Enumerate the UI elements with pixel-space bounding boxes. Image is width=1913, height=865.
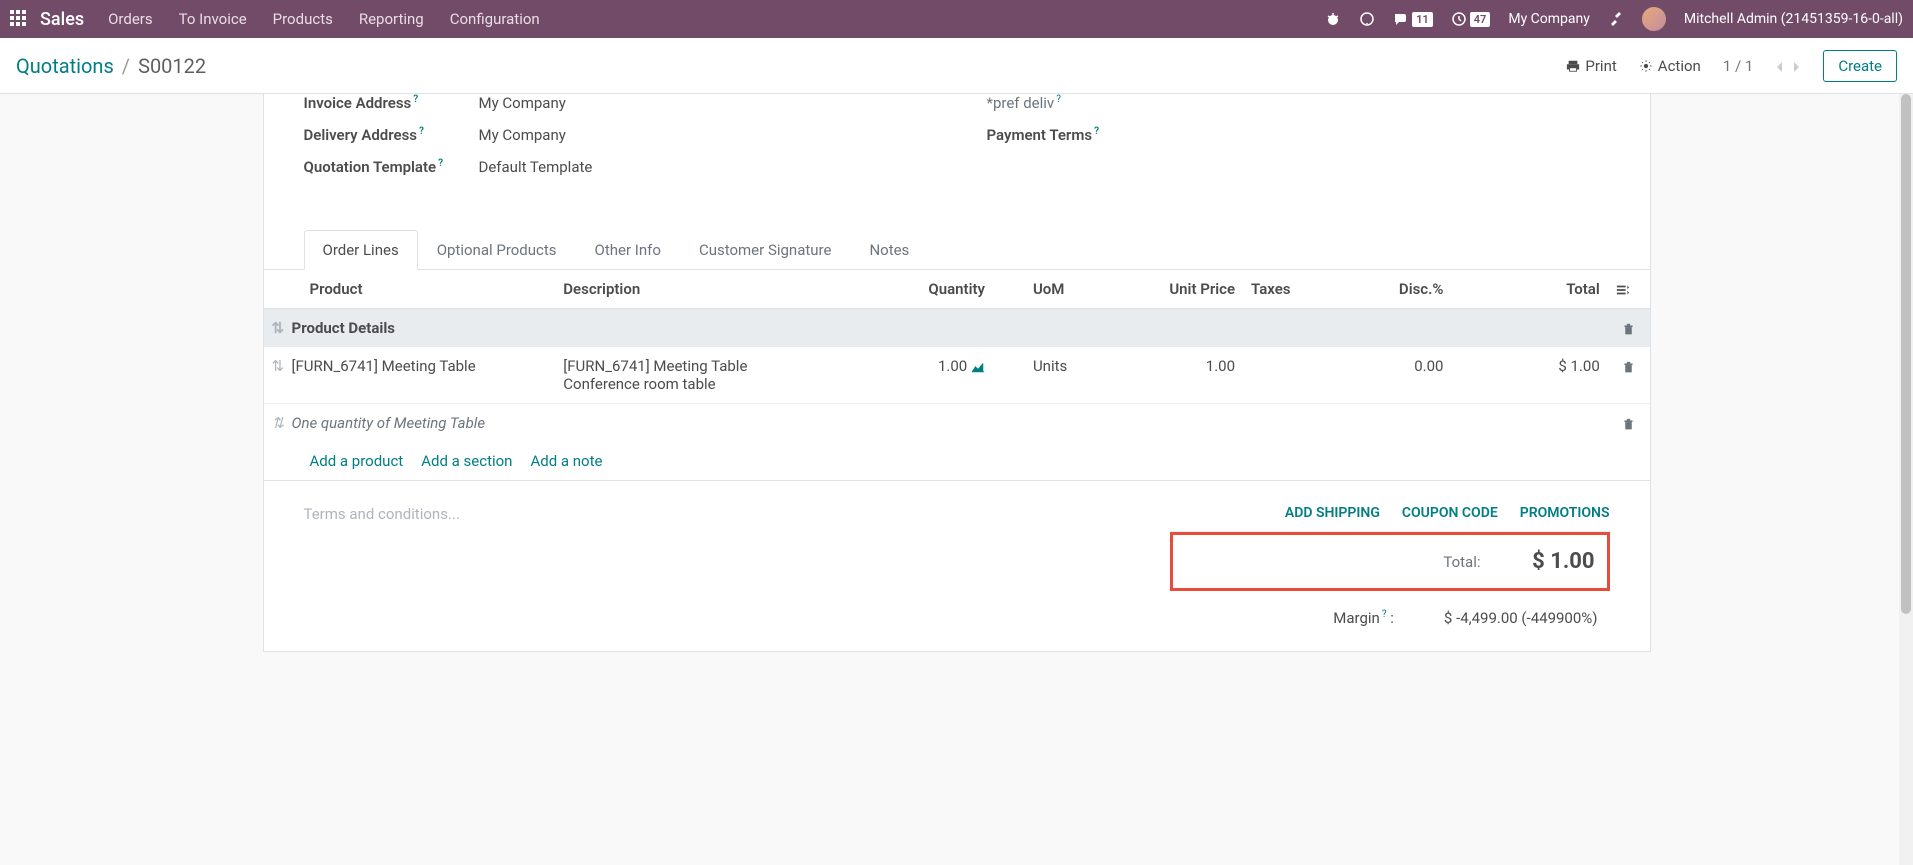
menu-orders[interactable]: Orders [108,10,153,28]
top-nav: Sales Orders To Invoice Products Reporti… [0,0,1913,38]
form-sheet: Invoice Address? My Company Delivery Add… [263,94,1651,652]
action-label: Action [1658,57,1701,75]
th-quantity: Quantity [868,270,993,309]
scrollbar-thumb[interactable] [1901,94,1911,614]
quotation-template-value[interactable]: Default Template [479,158,593,176]
activities-icon[interactable]: 47 [1451,11,1491,27]
line-desc2[interactable]: Conference room table [563,375,860,393]
user-name[interactable]: Mitchell Admin (21451359-16-0-all) [1684,11,1903,27]
drag-handle-icon[interactable]: ⇅ [272,319,285,337]
create-button[interactable]: Create [1823,50,1897,82]
margin-row: Margin? : $ -4,499.00 (-449900%) [1170,591,1610,627]
section-title: Product Details [292,319,395,337]
tab-notes[interactable]: Notes [850,230,928,269]
terms-field[interactable]: Terms and conditions... [304,505,1130,627]
line-uom[interactable]: Units [993,347,1108,404]
pager[interactable]: 1 / 1 [1723,57,1754,75]
note-row[interactable]: ⇅ One quantity of Meeting Table [264,404,1650,443]
print-label: Print [1585,57,1616,75]
line-disc[interactable]: 0.00 [1326,347,1451,404]
total-label: Total: [1443,553,1480,571]
coupon-code-link[interactable]: COUPON CODE [1402,505,1498,521]
main-menu: Orders To Invoice Products Reporting Con… [108,10,540,28]
th-product: Product [264,270,556,309]
breadcrumb-current: S00122 [138,54,206,78]
th-total: Total [1451,270,1607,309]
action-button[interactable]: Action [1639,57,1701,75]
apps-icon[interactable] [10,10,28,28]
line-taxes[interactable] [1243,347,1326,404]
menu-products[interactable]: Products [273,10,333,28]
tab-other-info[interactable]: Other Info [576,230,680,269]
menu-configuration[interactable]: Configuration [450,10,540,28]
pref-deliv-label: *pref deliv? [987,94,1162,112]
invoice-address-value[interactable]: My Company [479,94,566,112]
line-unit-price[interactable]: 1.00 [1108,347,1243,404]
add-links: Add a product Add a section Add a note [264,442,1650,481]
delete-line-icon[interactable] [1608,347,1650,404]
margin-value: $ -4,499.00 (-449900%) [1444,609,1598,627]
breadcrumb: Quotations / S00122 [16,54,206,78]
total-value: $ 1.00 [1505,549,1595,574]
tab-order-lines[interactable]: Order Lines [304,230,418,270]
nav-right: 11 47 My Company Mitchell Admin (2145135… [1325,7,1903,31]
delivery-address-value[interactable]: My Company [479,126,566,144]
drag-handle-icon[interactable]: ⇅ [272,357,285,375]
promotions-link[interactable]: PROMOTIONS [1520,505,1610,521]
add-section-link[interactable]: Add a section [421,452,512,470]
messages-icon[interactable]: 11 [1393,11,1433,27]
line-total: $ 1.00 [1451,347,1607,404]
support-icon[interactable] [1359,11,1375,27]
section-row[interactable]: ⇅ Product Details [264,309,1650,348]
control-actions: Print Action 1 / 1 Create [1566,50,1897,82]
menu-to-invoice[interactable]: To Invoice [179,10,247,28]
tab-optional-products[interactable]: Optional Products [418,230,576,269]
margin-label: Margin? : [1333,609,1394,627]
tools-icon[interactable] [1608,11,1624,27]
note-text[interactable]: One quantity of Meeting Table [291,414,485,432]
payment-terms-label: Payment Terms? [987,126,1162,144]
th-options[interactable] [1608,270,1650,309]
th-description: Description [555,270,868,309]
delivery-address-label: Delivery Address? [304,126,479,144]
avatar[interactable] [1642,7,1666,31]
scrollbar[interactable] [1899,94,1913,865]
activities-badge: 47 [1470,12,1491,27]
add-product-link[interactable]: Add a product [310,452,404,470]
tab-customer-signature[interactable]: Customer Signature [680,230,851,269]
messages-badge: 11 [1412,12,1433,27]
th-taxes: Taxes [1243,270,1326,309]
table-row[interactable]: ⇅ [FURN_6741] Meeting Table [FURN_6741] … [264,347,1650,404]
menu-reporting[interactable]: Reporting [359,10,424,28]
add-shipping-link[interactable]: ADD SHIPPING [1285,505,1380,521]
line-qty[interactable]: 1.00 [938,357,967,375]
th-unit-price: Unit Price [1108,270,1243,309]
total-row: Total: $ 1.00 [1170,532,1610,591]
th-disc: Disc.% [1326,270,1451,309]
brand-label[interactable]: Sales [40,9,84,30]
bug-icon[interactable] [1325,11,1341,27]
add-note-link[interactable]: Add a note [530,452,602,470]
company-switcher[interactable]: My Company [1508,11,1590,27]
line-product[interactable]: [FURN_6741] Meeting Table [292,357,476,375]
quotation-template-label: Quotation Template? [304,158,479,176]
delete-section-icon[interactable] [1608,309,1650,348]
delete-note-icon[interactable] [1608,404,1650,443]
line-desc1[interactable]: [FURN_6741] Meeting Table [563,357,860,375]
forecast-icon[interactable] [971,357,985,375]
control-bar: Quotations / S00122 Print Action 1 / 1 C… [0,38,1913,94]
breadcrumb-sep: / [122,54,130,78]
drag-handle-icon[interactable]: ⇅ [272,414,285,432]
pager-next-icon[interactable] [1791,57,1801,75]
pager-prev-icon[interactable] [1775,57,1785,75]
invoice-address-label: Invoice Address? [304,94,479,112]
tabs: Order Lines Optional Products Other Info… [264,230,1650,270]
print-button[interactable]: Print [1566,57,1616,75]
order-lines-table: Product Description Quantity UoM Unit Pr… [264,270,1650,442]
breadcrumb-root[interactable]: Quotations [16,54,114,78]
th-uom: UoM [993,270,1108,309]
